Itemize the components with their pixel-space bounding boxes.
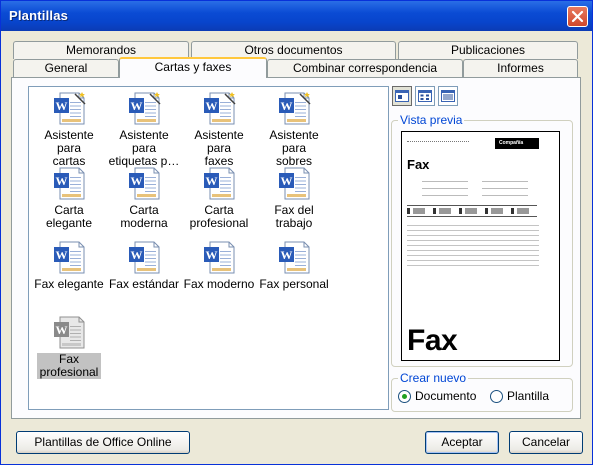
preview-divider <box>407 205 537 206</box>
svg-text:W: W <box>281 174 293 188</box>
template-label: Fax del trabajo <box>274 203 314 230</box>
preview-group: Vista previa Compañía Fax Fax <box>391 113 573 367</box>
tab-panel: W Asistente para cartas W Asistente para e… <box>11 77 581 419</box>
template-label: Fax estándar <box>108 277 180 291</box>
template-label: Carta moderna <box>120 203 168 230</box>
template-item[interactable]: W Fax del trabajo <box>256 165 332 230</box>
radio-button-icon <box>490 389 503 403</box>
wizard-document-icon: W <box>277 90 311 126</box>
svg-text:W: W <box>56 174 68 188</box>
preview-group-label: Vista previa <box>398 113 465 127</box>
templates-list[interactable]: W Asistente para cartas W Asistente para e… <box>28 86 389 410</box>
preview-body-text <box>407 222 539 266</box>
create-new-group: Crear nuevo Documento Plantilla <box>391 371 573 412</box>
radio-plantilla[interactable]: Plantilla <box>490 389 549 403</box>
tab-publicaciones[interactable]: Publicaciones <box>398 41 578 59</box>
word-document-icon: W <box>277 239 311 275</box>
radio-button-icon <box>398 389 411 403</box>
template-label: Carta profesional <box>189 203 249 230</box>
svg-text:W: W <box>56 323 68 337</box>
svg-text:W: W <box>131 174 143 188</box>
template-item[interactable]: W Carta profesional <box>181 165 257 230</box>
template-item[interactable]: W Fax elegante <box>31 239 107 291</box>
template-item[interactable]: W Asistente para faxes <box>181 90 257 168</box>
template-item[interactable]: W Fax moderno <box>181 239 257 291</box>
tab-general[interactable]: General <box>13 59 119 77</box>
word-document-icon: W <box>52 314 86 350</box>
window-title: Plantillas <box>9 8 69 23</box>
preview-company-label: Compañía <box>495 138 539 149</box>
template-label: Carta elegante <box>45 203 93 230</box>
preview-divider <box>407 216 537 217</box>
template-label: Fax moderno <box>183 277 255 291</box>
preview-checkbox-row <box>407 208 537 214</box>
template-label: Asistente para sobres <box>269 128 319 168</box>
fax-preview-page: Compañía Fax Fax <box>401 131 560 361</box>
radio-documento[interactable]: Documento <box>398 389 476 403</box>
title-bar[interactable]: Plantillas <box>1 1 592 31</box>
word-document-icon: W <box>277 165 311 201</box>
details-view-icon <box>441 90 455 102</box>
list-view-icon <box>418 90 432 102</box>
template-item[interactable]: W Asistente para cartas <box>31 90 107 168</box>
preview-line <box>407 141 469 142</box>
tab-combinar-correspondencia[interactable]: Combinar correspondencia <box>267 59 463 77</box>
word-document-icon: W <box>127 165 161 201</box>
large-icons-view-icon <box>395 90 409 102</box>
template-item[interactable]: W Carta elegante <box>31 165 107 230</box>
word-document-icon: W <box>127 239 161 275</box>
create-new-label: Crear nuevo <box>398 371 469 385</box>
large-icons-view-button[interactable] <box>392 86 412 106</box>
template-item[interactable]: W Carta moderna <box>106 165 182 230</box>
tab-cartas-y-faxes[interactable]: Cartas y faxes <box>119 57 267 78</box>
template-item[interactable]: W Asistente para etiquetas p… <box>106 90 182 168</box>
preview-text-block <box>482 178 528 198</box>
close-button[interactable] <box>567 6 588 27</box>
preview-text-block <box>422 178 468 198</box>
wizard-document-icon: W <box>202 90 236 126</box>
radio-documento-label: Documento <box>415 389 477 403</box>
svg-text:W: W <box>206 248 218 262</box>
tab-informes[interactable]: Informes <box>463 59 578 77</box>
word-document-icon: W <box>52 165 86 201</box>
templates-dialog: Plantillas Memorandos Otros documentos P… <box>0 0 593 465</box>
wizard-document-icon: W <box>52 90 86 126</box>
template-label: Fax personal <box>259 277 329 291</box>
svg-text:W: W <box>131 99 143 113</box>
template-label: Fax elegante <box>34 277 104 291</box>
svg-text:W: W <box>281 99 293 113</box>
word-document-icon: W <box>202 239 236 275</box>
preview-fax-large: Fax <box>407 324 458 357</box>
wizard-document-icon: W <box>127 90 161 126</box>
template-label: Asistente para cartas <box>44 128 94 168</box>
svg-text:W: W <box>56 248 68 262</box>
preview-fax-heading: Fax <box>407 157 430 172</box>
svg-text:W: W <box>56 99 68 113</box>
cancel-button[interactable]: Cancelar <box>509 431 583 454</box>
word-document-icon: W <box>52 239 86 275</box>
office-online-button[interactable]: Plantillas de Office Online <box>16 431 190 454</box>
template-item[interactable]: W Fax personal <box>256 239 332 291</box>
details-view-button[interactable] <box>438 86 458 106</box>
template-item-selected[interactable]: W Fax profesional <box>31 314 107 379</box>
radio-plantilla-label: Plantilla <box>507 389 550 403</box>
svg-text:W: W <box>206 174 218 188</box>
svg-text:W: W <box>206 99 218 113</box>
template-item[interactable]: W Fax estándar <box>106 239 182 291</box>
list-view-button[interactable] <box>415 86 435 106</box>
template-item[interactable]: W Asistente para sobres <box>256 90 332 168</box>
svg-text:W: W <box>281 248 293 262</box>
accept-button[interactable]: Aceptar <box>425 431 499 454</box>
template-label: Asistente para etiquetas p… <box>108 128 180 168</box>
template-label: Fax profesional <box>36 353 102 379</box>
close-icon <box>571 10 584 23</box>
word-document-icon: W <box>202 165 236 201</box>
svg-text:W: W <box>131 248 143 262</box>
template-label: Asistente para faxes <box>194 128 244 168</box>
